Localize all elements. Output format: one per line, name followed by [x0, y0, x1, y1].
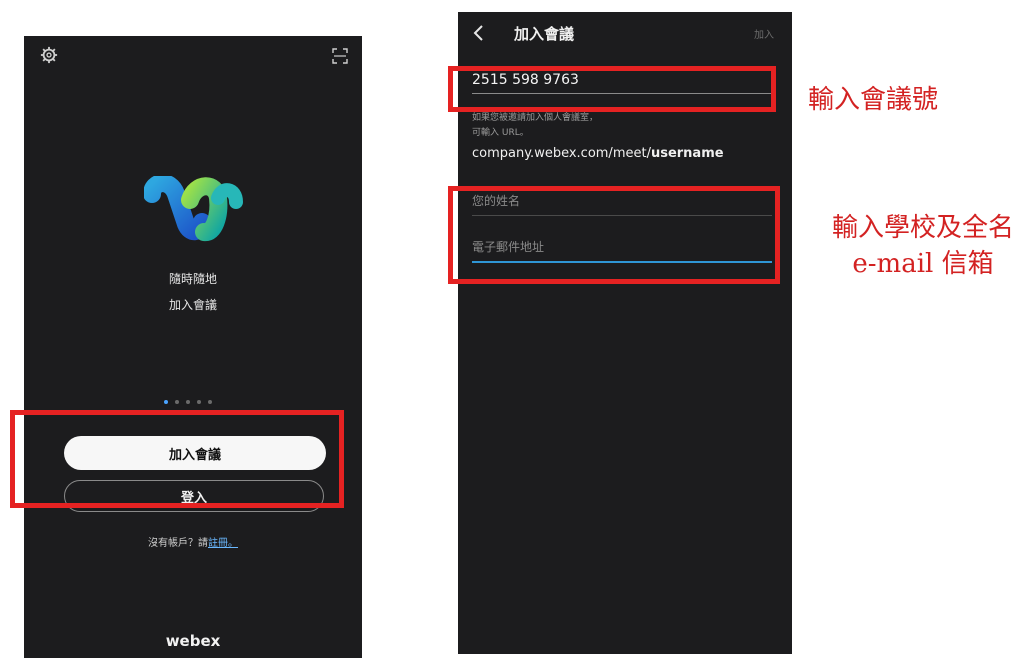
page-dot — [164, 400, 168, 404]
annotation-name-email: 輸入學校及全名 e-mail 信箱 — [808, 210, 1035, 282]
page-dot — [208, 400, 212, 404]
gear-icon[interactable] — [40, 46, 58, 64]
annotation-name-line-2: e-mail 信箱 — [852, 249, 994, 279]
url-hint-line-2: 可輸入 URL。 — [472, 128, 529, 138]
qr-scan-icon[interactable] — [332, 48, 348, 64]
back-arrow-icon[interactable] — [472, 24, 486, 42]
url-username: username — [650, 146, 724, 161]
annotation-name-line-1: 輸入學校及全名 — [831, 213, 1014, 243]
register-row: 沒有帳戶？請註冊。 — [24, 534, 362, 549]
annotation-meeting-number: 輸入會議號 — [808, 85, 939, 115]
register-prompt: 沒有帳戶？請 — [148, 538, 208, 549]
example-url: company.webex.com/meet/username — [472, 146, 724, 161]
tagline-line-2: 加入會議 — [168, 298, 217, 312]
webex-home-screen: 隨時隨地 加入會議 加入會議 登入 沒有帳戶？請註冊。 webex — [24, 36, 362, 658]
page-title: 加入會議 — [514, 25, 575, 43]
highlight-meeting-number — [448, 66, 776, 112]
tagline-line-1: 隨時隨地 — [168, 272, 217, 286]
page-dot — [186, 400, 190, 404]
page-dot — [197, 400, 201, 404]
highlight-name-email — [448, 186, 780, 284]
highlight-join-buttons — [10, 410, 344, 508]
join-action-button[interactable]: 加入 — [754, 26, 774, 41]
webex-logo-icon — [144, 176, 243, 241]
page-indicator — [164, 400, 212, 404]
page-dot — [175, 400, 179, 404]
brand-wordmark: webex — [165, 632, 221, 650]
register-link[interactable]: 註冊。 — [208, 538, 238, 549]
url-prefix: company.webex.com/meet/ — [472, 146, 651, 161]
